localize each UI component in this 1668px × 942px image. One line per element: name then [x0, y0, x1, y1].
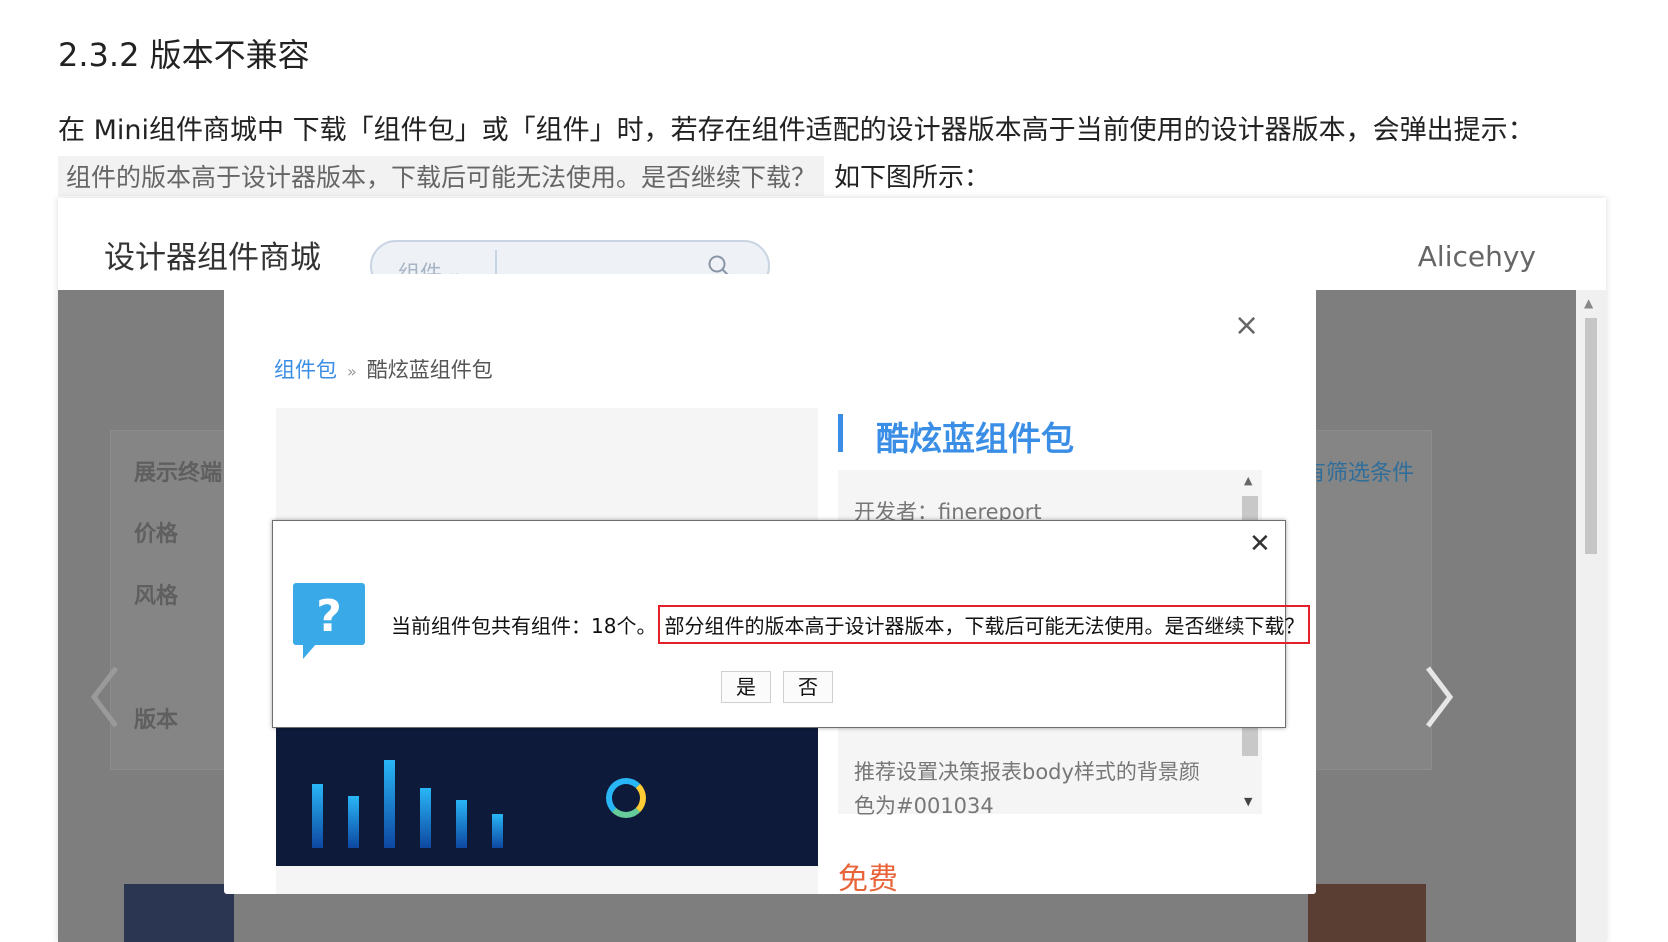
bg-filter-style: 风格: [134, 584, 179, 609]
breadcrumb-separator: »: [347, 362, 357, 381]
breadcrumb-root-link[interactable]: 组件包: [274, 358, 337, 382]
package-title: 酷炫蓝组件包: [876, 419, 1074, 458]
preview-image: [276, 728, 818, 866]
close-icon[interactable]: ×: [1234, 308, 1259, 343]
app-title: 设计器组件商城: [104, 240, 321, 276]
user-name[interactable]: Alicehyy: [1418, 240, 1536, 273]
dialog-message-prefix: 当前组件包共有组件：18个。: [391, 614, 657, 638]
yes-button[interactable]: 是: [721, 671, 771, 703]
bg-thumbnail-left: [124, 884, 234, 942]
scroll-up-icon[interactable]: ▲: [1244, 474, 1252, 487]
recommend-text-2: 色为#001034: [854, 794, 994, 818]
bg-filter-link[interactable]: 有筛选条件: [1304, 455, 1414, 487]
doc-heading: 2.3.2 版本不兼容: [58, 36, 310, 74]
doc-line-2: 组件的版本高于设计器版本，下载后可能无法使用。是否继续下载？ 如下图所示：: [58, 156, 990, 196]
recommend-text-1: 推荐设置决策报表body样式的背景颜: [854, 760, 1200, 784]
bg-filter-version: 版本: [134, 708, 179, 733]
doc-paragraph: 在 Mini组件商城中 下载「组件包」或「组件」时，若存在组件适配的设计器版本高…: [58, 115, 1535, 146]
title-accent-bar: [838, 414, 843, 452]
inline-code: 组件的版本高于设计器版本，下载后可能无法使用。是否继续下载？: [58, 156, 825, 196]
preview-ring: [606, 778, 646, 818]
scroll-thumb[interactable]: [1585, 318, 1597, 554]
prev-arrow-icon[interactable]: [86, 662, 126, 732]
preview-bar: [348, 796, 359, 848]
page-scrollbar[interactable]: ▲: [1576, 290, 1606, 942]
preview-bar: [420, 788, 431, 848]
preview-bar: [312, 784, 323, 848]
screenshot-frame: 设计器组件商城 组件∨ Alicehyy 展示终端 价格 风格 版本 有筛选条件…: [58, 198, 1606, 942]
confirm-dialog: ✕ ? 当前组件包共有组件：18个。 部分组件的版本高于设计器版本，下载后可能无法…: [272, 520, 1311, 728]
preview-bar: [384, 760, 395, 848]
doc-after-code: 如下图所示：: [834, 163, 991, 193]
question-icon: ?: [293, 583, 365, 661]
preview-bar: [456, 800, 467, 848]
bg-filter-terminal: 展示终端: [134, 461, 223, 486]
svg-text:?: ?: [316, 591, 342, 642]
dialog-message: 当前组件包共有组件：18个。 部分组件的版本高于设计器版本，下载后可能无法使用。是…: [391, 605, 1311, 644]
breadcrumb: 组件包 » 酷炫蓝组件包: [274, 354, 493, 384]
next-arrow-icon[interactable]: [1418, 662, 1458, 732]
scroll-up-icon[interactable]: ▲: [1584, 296, 1593, 310]
bg-filter-price: 价格: [134, 522, 179, 547]
scroll-down-icon[interactable]: ▼: [1244, 795, 1252, 808]
no-button[interactable]: 否: [783, 671, 833, 703]
dialog-warning-text: 部分组件的版本高于设计器版本，下载后可能无法使用。是否继续下载？: [658, 605, 1311, 644]
bg-thumbnail-right: [1308, 884, 1426, 942]
close-icon[interactable]: ✕: [1249, 529, 1271, 559]
breadcrumb-current: 酷炫蓝组件包: [366, 358, 493, 382]
price-label: 免费: [838, 862, 898, 897]
preview-bar: [492, 814, 503, 848]
